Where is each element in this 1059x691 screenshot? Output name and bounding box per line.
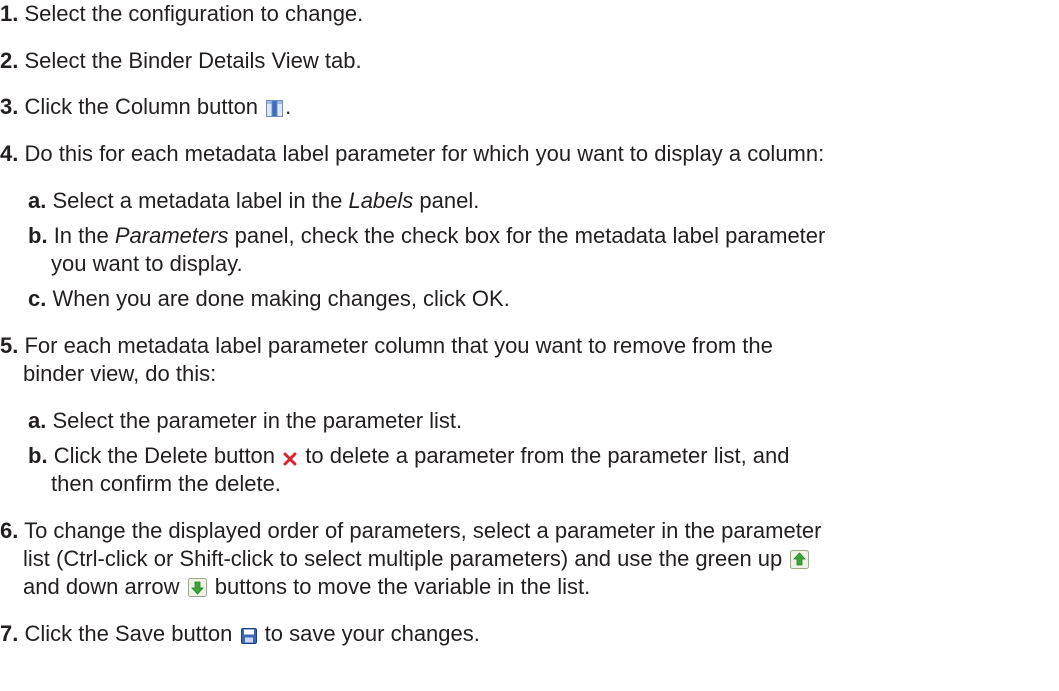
substep-text: Select a metadata label in the [52, 188, 349, 213]
step-text: Select the Binder Details View tab. [24, 48, 362, 73]
substep-text: Click the Delete button [53, 443, 276, 468]
step-text-end: . [285, 94, 292, 119]
substep-5b: b. Click the Delete button to delete a p… [28, 442, 790, 473]
parameters-panel-name: Parameters [114, 223, 229, 248]
substep-text: Select the parameter in the parameter li… [52, 408, 463, 433]
step-text: Click the Column button [24, 94, 259, 119]
substep-number: b. [28, 223, 48, 248]
substep-number: a. [28, 188, 47, 213]
step-text-continued: binder view, do this: [23, 361, 217, 386]
substep-text: In the [53, 223, 115, 248]
step-text: To change the displayed order of paramet… [24, 518, 822, 543]
substep-text-end: panel. [413, 188, 480, 213]
step-text-continued: list (Ctrl-click or Shift-click to selec… [23, 546, 783, 571]
step-text-continued: and down arrow [23, 574, 180, 599]
substep-4c: c. When you are done making changes, cli… [28, 285, 510, 313]
step-text: For each metadata label parameter column… [24, 333, 773, 358]
step-text: Click the Save button [24, 621, 233, 646]
column-icon [266, 96, 284, 124]
substep-4a: a. Select a metadata label in the Labels… [28, 187, 479, 215]
step-number: 4. [0, 141, 19, 166]
step-number: 3. [0, 94, 19, 119]
step-5: 5. For each metadata label parameter col… [0, 332, 773, 360]
step-number: 1. [0, 1, 19, 26]
up-arrow-icon [790, 548, 810, 576]
substep-number: b. [28, 443, 48, 468]
step-text-end: to save your changes. [258, 621, 480, 646]
substep-5b-continued: then confirm the delete. [51, 470, 281, 498]
step-6-continued-2: and down arrow buttons to move the varia… [23, 573, 590, 604]
substep-text-end: to delete a parameter from the parameter… [299, 443, 790, 468]
step-3: 3. Click the Column button . [0, 93, 291, 124]
substep-text-end: panel, check the check box for the metad… [228, 223, 826, 248]
substep-4b-continued: you want to display. [51, 250, 243, 278]
step-1: 1. Select the configuration to change. [0, 0, 363, 28]
step-text-end: buttons to move the variable in the list… [214, 574, 591, 599]
substep-4b: b. In the Parameters panel, check the ch… [28, 222, 825, 250]
substep-text-continued: then confirm the delete. [51, 471, 281, 496]
save-icon [240, 623, 257, 651]
substep-number: a. [28, 408, 47, 433]
substep-5a: a. Select the parameter in the parameter… [28, 407, 462, 435]
step-number: 7. [0, 621, 19, 646]
substep-number: c. [28, 286, 47, 311]
step-7: 7. Click the Save button to save your ch… [0, 620, 480, 651]
step-number: 5. [0, 333, 19, 358]
step-number: 6. [0, 518, 19, 543]
step-6-continued-1: list (Ctrl-click or Shift-click to selec… [23, 545, 811, 576]
step-2: 2. Select the Binder Details View tab. [0, 47, 362, 75]
substep-text: When you are done making changes, click … [52, 286, 510, 311]
delete-icon [283, 445, 297, 473]
step-text: Select the configuration to change. [24, 1, 364, 26]
step-6: 6. To change the displayed order of para… [0, 517, 821, 545]
down-arrow-icon [187, 576, 207, 604]
substep-text-continued: you want to display. [51, 251, 243, 276]
step-5-continued: binder view, do this: [23, 360, 216, 388]
labels-panel-name: Labels [348, 188, 414, 213]
step-4: 4. Do this for each metadata label param… [0, 140, 824, 168]
step-number: 2. [0, 48, 19, 73]
step-text: Do this for each metadata label paramete… [24, 141, 825, 166]
